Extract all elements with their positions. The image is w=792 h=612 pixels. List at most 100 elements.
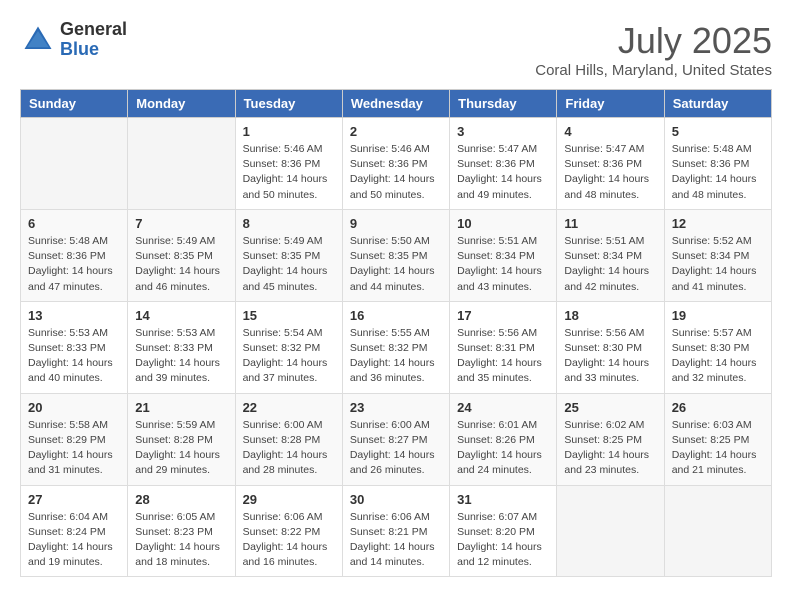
calendar-cell: 1Sunrise: 5:46 AMSunset: 8:36 PMDaylight… bbox=[235, 118, 342, 210]
calendar-cell: 19Sunrise: 5:57 AMSunset: 8:30 PMDayligh… bbox=[664, 301, 771, 393]
calendar-cell: 4 Sunrise: 5:47 AMSunset: 8:36 PMDaylight… bbox=[557, 118, 664, 210]
calendar-cell: 21Sunrise: 5:59 AMSunset: 8:28 PMDayligh… bbox=[128, 393, 235, 485]
day-number: 27 bbox=[28, 492, 120, 507]
day-number: 6 bbox=[28, 216, 120, 231]
week-row-0: 1Sunrise: 5:46 AMSunset: 8:36 PMDaylight… bbox=[21, 118, 772, 210]
header-day-saturday: Saturday bbox=[664, 90, 771, 118]
logo-icon bbox=[20, 22, 56, 58]
day-info: Sunrise: 5:47 AMSunset: 8:36 PMDaylight:… bbox=[564, 142, 656, 203]
day-number: 4 bbox=[564, 124, 656, 139]
day-number: 25 bbox=[564, 400, 656, 415]
calendar-cell: 30 Sunrise: 6:06 AMSunset: 8:21 PMDayligh… bbox=[342, 485, 449, 577]
calendar-cell: 3 Sunrise: 5:47 AMSunset: 8:36 PMDaylight… bbox=[450, 118, 557, 210]
day-info: Sunrise: 5:52 AMSunset: 8:34 PMDaylight:… bbox=[672, 234, 764, 295]
calendar-cell: 8Sunrise: 5:49 AMSunset: 8:35 PMDaylight… bbox=[235, 209, 342, 301]
day-info: Sunrise: 5:50 AMSunset: 8:35 PMDaylight:… bbox=[350, 234, 442, 295]
calendar-cell: 11 Sunrise: 5:51 AMSunset: 8:34 PMDayligh… bbox=[557, 209, 664, 301]
day-number: 29 bbox=[243, 492, 335, 507]
calendar-table: SundayMondayTuesdayWednesdayThursdayFrid… bbox=[20, 89, 772, 577]
calendar-cell: 29 Sunrise: 6:06 AMSunset: 8:22 PMDayligh… bbox=[235, 485, 342, 577]
day-info: Sunrise: 5:46 AMSunset: 8:36 PMDaylight:… bbox=[350, 142, 442, 203]
header-day-thursday: Thursday bbox=[450, 90, 557, 118]
day-info: Sunrise: 6:00 AMSunset: 8:28 PMDaylight:… bbox=[243, 418, 335, 479]
day-info: Sunrise: 5:51 AMSunset: 8:34 PMDaylight:… bbox=[457, 234, 549, 295]
calendar-cell: 10 Sunrise: 5:51 AMSunset: 8:34 PMDayligh… bbox=[450, 209, 557, 301]
calendar-cell: 31Sunrise: 6:07 AMSunset: 8:20 PMDayligh… bbox=[450, 485, 557, 577]
day-info: Sunrise: 5:53 AMSunset: 8:33 PMDaylight:… bbox=[135, 326, 227, 387]
day-info: Sunrise: 5:48 AMSunset: 8:36 PMDaylight:… bbox=[28, 234, 120, 295]
header-day-wednesday: Wednesday bbox=[342, 90, 449, 118]
day-info: Sunrise: 5:58 AMSunset: 8:29 PMDaylight:… bbox=[28, 418, 120, 479]
calendar-cell bbox=[21, 118, 128, 210]
day-info: Sunrise: 5:56 AMSunset: 8:30 PMDaylight:… bbox=[564, 326, 656, 387]
week-row-1: 6 Sunrise: 5:48 AMSunset: 8:36 PMDaylight… bbox=[21, 209, 772, 301]
day-number: 17 bbox=[457, 308, 549, 323]
day-number: 10 bbox=[457, 216, 549, 231]
day-info: Sunrise: 6:06 AMSunset: 8:21 PMDaylight:… bbox=[350, 510, 442, 571]
calendar-cell: 16 Sunrise: 5:55 AMSunset: 8:32 PMDayligh… bbox=[342, 301, 449, 393]
location: Coral Hills, Maryland, United States bbox=[535, 62, 772, 79]
calendar-cell: 7Sunrise: 5:49 AMSunset: 8:35 PMDaylight… bbox=[128, 209, 235, 301]
day-number: 3 bbox=[457, 124, 549, 139]
day-number: 11 bbox=[564, 216, 656, 231]
logo-blue: Blue bbox=[60, 40, 127, 60]
calendar-cell: 18 Sunrise: 5:56 AMSunset: 8:30 PMDayligh… bbox=[557, 301, 664, 393]
day-info: Sunrise: 6:04 AMSunset: 8:24 PMDaylight:… bbox=[28, 510, 120, 571]
week-row-2: 13Sunrise: 5:53 AMSunset: 8:33 PMDayligh… bbox=[21, 301, 772, 393]
calendar-cell bbox=[128, 118, 235, 210]
day-info: Sunrise: 5:46 AMSunset: 8:36 PMDaylight:… bbox=[243, 142, 335, 203]
day-number: 19 bbox=[672, 308, 764, 323]
calendar-cell: 22 Sunrise: 6:00 AMSunset: 8:28 PMDayligh… bbox=[235, 393, 342, 485]
calendar-cell: 24 Sunrise: 6:01 AMSunset: 8:26 PMDayligh… bbox=[450, 393, 557, 485]
calendar-cell: 23 Sunrise: 6:00 AMSunset: 8:27 PMDayligh… bbox=[342, 393, 449, 485]
day-number: 16 bbox=[350, 308, 442, 323]
calendar-cell: 12Sunrise: 5:52 AMSunset: 8:34 PMDayligh… bbox=[664, 209, 771, 301]
month-year: July 2025 bbox=[535, 20, 772, 62]
header-day-tuesday: Tuesday bbox=[235, 90, 342, 118]
day-info: Sunrise: 6:01 AMSunset: 8:26 PMDaylight:… bbox=[457, 418, 549, 479]
day-number: 28 bbox=[135, 492, 227, 507]
day-number: 2 bbox=[350, 124, 442, 139]
day-info: Sunrise: 6:03 AMSunset: 8:25 PMDaylight:… bbox=[672, 418, 764, 479]
day-number: 23 bbox=[350, 400, 442, 415]
calendar-cell: 6 Sunrise: 5:48 AMSunset: 8:36 PMDaylight… bbox=[21, 209, 128, 301]
day-info: Sunrise: 5:47 AMSunset: 8:36 PMDaylight:… bbox=[457, 142, 549, 203]
header-day-monday: Monday bbox=[128, 90, 235, 118]
day-number: 26 bbox=[672, 400, 764, 415]
calendar-cell: 17 Sunrise: 5:56 AMSunset: 8:31 PMDayligh… bbox=[450, 301, 557, 393]
day-number: 22 bbox=[243, 400, 335, 415]
calendar-cell: 9 Sunrise: 5:50 AMSunset: 8:35 PMDaylight… bbox=[342, 209, 449, 301]
day-number: 24 bbox=[457, 400, 549, 415]
day-number: 18 bbox=[564, 308, 656, 323]
week-row-4: 27 Sunrise: 6:04 AMSunset: 8:24 PMDayligh… bbox=[21, 485, 772, 577]
calendar-cell bbox=[557, 485, 664, 577]
calendar-cell: 27 Sunrise: 6:04 AMSunset: 8:24 PMDayligh… bbox=[21, 485, 128, 577]
week-row-3: 20Sunrise: 5:58 AMSunset: 8:29 PMDayligh… bbox=[21, 393, 772, 485]
day-info: Sunrise: 5:59 AMSunset: 8:28 PMDaylight:… bbox=[135, 418, 227, 479]
day-info: Sunrise: 5:51 AMSunset: 8:34 PMDaylight:… bbox=[564, 234, 656, 295]
day-number: 30 bbox=[350, 492, 442, 507]
day-info: Sunrise: 5:54 AMSunset: 8:32 PMDaylight:… bbox=[243, 326, 335, 387]
logo-text: General Blue bbox=[60, 20, 127, 60]
calendar-cell: 26 Sunrise: 6:03 AMSunset: 8:25 PMDayligh… bbox=[664, 393, 771, 485]
day-number: 9 bbox=[350, 216, 442, 231]
day-info: Sunrise: 5:49 AMSunset: 8:35 PMDaylight:… bbox=[243, 234, 335, 295]
day-info: Sunrise: 6:06 AMSunset: 8:22 PMDaylight:… bbox=[243, 510, 335, 571]
page-header: General Blue July 2025 Coral Hills, Mary… bbox=[20, 20, 772, 79]
calendar-header: SundayMondayTuesdayWednesdayThursdayFrid… bbox=[21, 90, 772, 118]
calendar-cell: 28Sunrise: 6:05 AMSunset: 8:23 PMDayligh… bbox=[128, 485, 235, 577]
day-number: 5 bbox=[672, 124, 764, 139]
header-row: SundayMondayTuesdayWednesdayThursdayFrid… bbox=[21, 90, 772, 118]
calendar-cell: 25Sunrise: 6:02 AMSunset: 8:25 PMDayligh… bbox=[557, 393, 664, 485]
day-number: 15 bbox=[243, 308, 335, 323]
calendar-cell bbox=[664, 485, 771, 577]
day-info: Sunrise: 6:07 AMSunset: 8:20 PMDaylight:… bbox=[457, 510, 549, 571]
day-info: Sunrise: 5:55 AMSunset: 8:32 PMDaylight:… bbox=[350, 326, 442, 387]
day-info: Sunrise: 6:00 AMSunset: 8:27 PMDaylight:… bbox=[350, 418, 442, 479]
day-number: 7 bbox=[135, 216, 227, 231]
calendar-cell: 20Sunrise: 5:58 AMSunset: 8:29 PMDayligh… bbox=[21, 393, 128, 485]
day-number: 14 bbox=[135, 308, 227, 323]
header-day-friday: Friday bbox=[557, 90, 664, 118]
logo: General Blue bbox=[20, 20, 127, 60]
day-info: Sunrise: 5:56 AMSunset: 8:31 PMDaylight:… bbox=[457, 326, 549, 387]
